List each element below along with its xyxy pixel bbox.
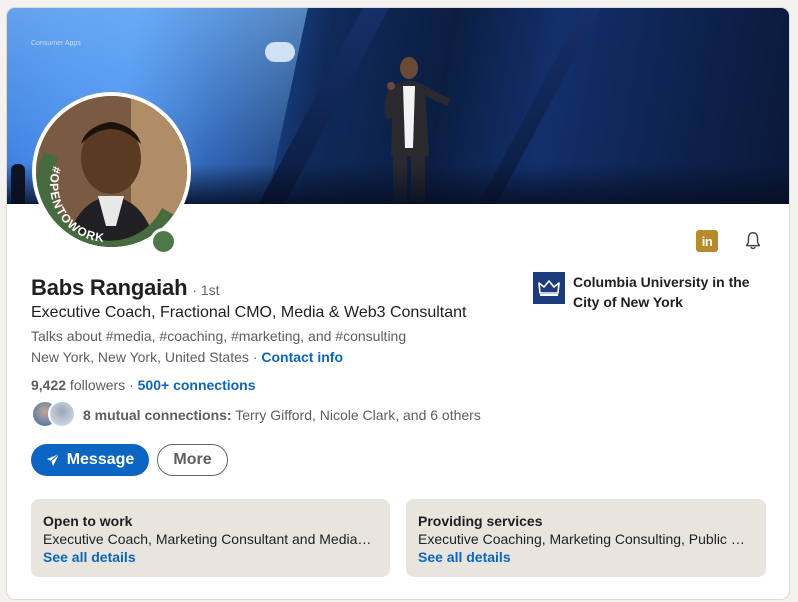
profile-headline: Executive Coach, Fractional CMO, Media &…	[31, 304, 467, 321]
location-row: New York, New York, United States · Cont…	[31, 349, 343, 365]
talks-about: Talks about #media, #coaching, #marketin…	[31, 328, 407, 344]
info-box-description: Executive Coach, Marketing Consultant an…	[43, 531, 373, 547]
mutual-count: 8 mutual connections:	[83, 407, 232, 423]
profile-name-row: Babs Rangaiah · 1st	[31, 275, 220, 301]
profile-card: Consumer Apps #OPENTOWORK in Babs Rangai…	[6, 7, 790, 600]
mutual-connections-row[interactable]: 8 mutual connections: Terry Gifford, Nic…	[31, 400, 481, 430]
message-button[interactable]: Message	[31, 444, 149, 476]
info-box-description: Executive Coaching, Marketing Consulting…	[418, 531, 748, 547]
info-box-title: Open to work	[43, 513, 133, 529]
location-text: New York, New York, United States	[31, 349, 249, 365]
paper-plane-icon	[46, 453, 60, 467]
message-button-label: Message	[66, 451, 135, 468]
mutual-avatars	[31, 400, 77, 430]
profile-name: Babs Rangaiah	[31, 275, 188, 300]
bell-icon[interactable]	[742, 230, 764, 252]
info-box-title: Providing services	[418, 513, 543, 529]
connection-degree: · 1st	[192, 282, 220, 298]
location-separator: ·	[248, 349, 262, 365]
linkedin-premium-icon[interactable]: in	[696, 230, 718, 252]
stats-separator: ·	[125, 377, 138, 393]
banner-cloud-logo	[265, 42, 295, 62]
mutual-names: Terry Gifford, Nicole Clark, and 6 other…	[231, 407, 481, 423]
followers-count: 9,422	[31, 377, 67, 393]
banner-screen-text: Consumer Apps	[31, 40, 81, 47]
open-to-work-status-dot	[150, 228, 177, 255]
crown-icon	[533, 272, 565, 304]
followers-label: followers	[66, 377, 126, 393]
more-button[interactable]: More	[157, 444, 228, 476]
see-all-details-link[interactable]: See all details	[418, 548, 754, 566]
mutual-avatar	[48, 400, 76, 428]
providing-services-box[interactable]: Providing services Executive Coaching, M…	[406, 499, 766, 577]
stats-row: 9,422 followers · 500+ connections	[31, 377, 256, 393]
avatar-photo: #OPENTOWORK	[36, 96, 187, 247]
mutual-connections-text: 8 mutual connections: Terry Gifford, Nic…	[83, 407, 481, 423]
contact-info-link[interactable]: Contact info	[261, 349, 343, 365]
profile-avatar[interactable]: #OPENTOWORK	[32, 92, 191, 251]
open-to-work-box[interactable]: Open to work Executive Coach, Marketing …	[31, 499, 390, 577]
more-button-label: More	[173, 451, 212, 468]
avatar-portrait: #OPENTOWORK	[36, 96, 187, 247]
school-name: Columbia University in the City of New Y…	[573, 274, 750, 310]
connections-link[interactable]: 500+ connections	[138, 377, 256, 393]
see-all-details-link[interactable]: See all details	[43, 548, 378, 566]
education-entry[interactable]: Columbia University in the City of New Y…	[533, 272, 763, 312]
